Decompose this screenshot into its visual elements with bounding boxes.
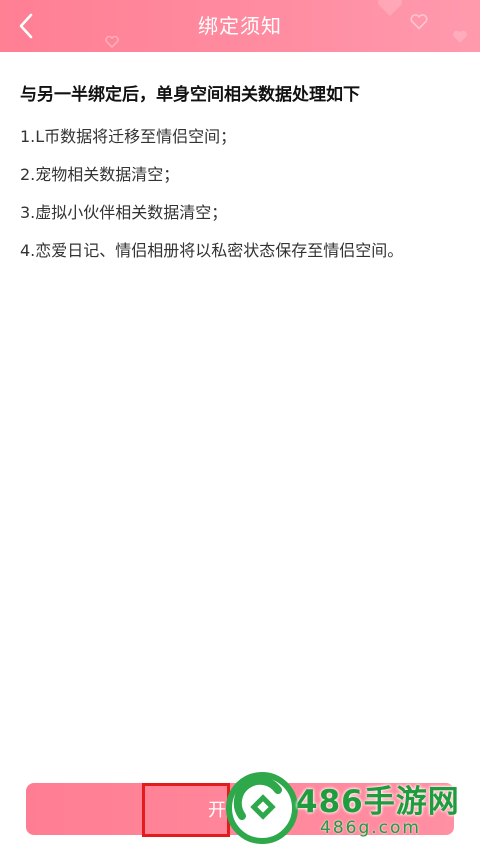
watermark-url: 486g.com — [320, 818, 421, 838]
header-bar: 绑定须知 — [0, 0, 480, 52]
notice-item: 1.L币数据将迁移至情侣空间； — [20, 127, 237, 146]
page-title: 绑定须知 — [198, 14, 282, 38]
watermark-logo-icon — [226, 772, 298, 844]
notice-item: 2.宠物相关数据清空； — [20, 165, 180, 184]
watermark-name: 486手游网 — [296, 784, 460, 820]
notice-heading: 与另一半绑定后，单身空间相关数据处理如下 — [20, 85, 360, 105]
notice-content: 与另一半绑定后，单身空间相关数据处理如下 1.L币数据将迁移至情侣空间； 2.宠… — [20, 78, 460, 270]
notice-item: 4.恋爱日记、情侣相册将以私密状态保存至情侣空间。 — [20, 241, 404, 260]
notice-item: 3.虚拟小伙伴相关数据清空； — [20, 203, 228, 222]
site-watermark: 486手游网 486g.com — [226, 770, 480, 845]
